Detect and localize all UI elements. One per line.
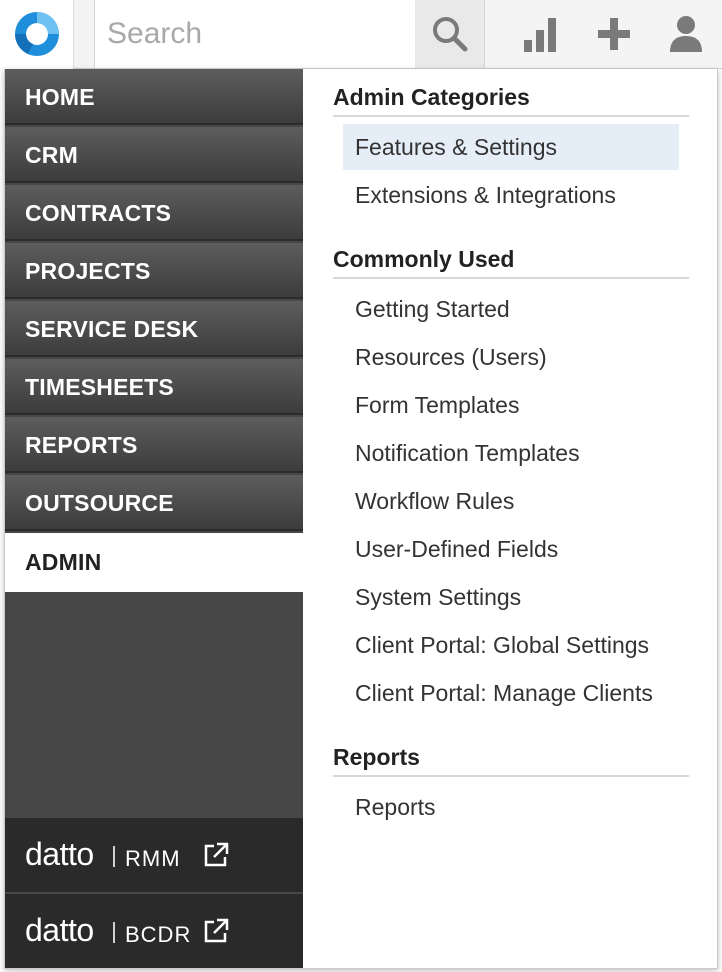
section-title-reports: Reports (333, 741, 689, 777)
nav-item-service-desk[interactable]: SERVICE DESK (5, 301, 303, 357)
datto-brand: datto (25, 912, 94, 948)
top-bar (0, 0, 722, 69)
search-input[interactable] (95, 0, 415, 68)
datto-product-label: RMM (125, 846, 181, 871)
link-extensions-integrations[interactable]: Extensions & Integrations (343, 172, 679, 218)
bar-chart-icon[interactable] (522, 14, 560, 54)
navigation-dropdown: HOME CRM CONTRACTS PROJECTS SERVICE DESK… (4, 69, 718, 969)
link-client-portal-global-settings[interactable]: Client Portal: Global Settings (343, 622, 679, 668)
datto-product-label: BCDR (125, 922, 192, 947)
link-reports[interactable]: Reports (343, 784, 679, 830)
admin-menu-content: Admin Categories Features & Settings Ext… (303, 69, 717, 968)
nav-item-timesheets[interactable]: TIMESHEETS (5, 359, 303, 415)
divider (113, 922, 115, 943)
nav-item-crm[interactable]: CRM (5, 127, 303, 183)
datto-bcdr-link[interactable]: datto BCDR (5, 894, 303, 968)
search-button[interactable] (415, 0, 485, 68)
link-resources-users[interactable]: Resources (Users) (343, 334, 679, 380)
datto-brand: datto (25, 836, 94, 872)
nav-item-home[interactable]: HOME (5, 69, 303, 125)
search-box (94, 0, 416, 68)
link-getting-started[interactable]: Getting Started (343, 286, 679, 332)
user-icon[interactable] (668, 14, 704, 54)
section-title-admin-categories: Admin Categories (333, 81, 689, 117)
link-client-portal-manage-clients[interactable]: Client Portal: Manage Clients (343, 670, 679, 716)
divider (113, 846, 115, 867)
nav-item-reports[interactable]: REPORTS (5, 417, 303, 473)
autotask-logo-icon (15, 12, 59, 56)
link-workflow-rules[interactable]: Workflow Rules (343, 478, 679, 524)
external-link-icon (204, 842, 229, 867)
nav-item-admin[interactable]: ADMIN (5, 533, 303, 592)
search-icon (433, 17, 468, 52)
link-user-defined-fields[interactable]: User-Defined Fields (343, 526, 679, 572)
external-link-icon (204, 918, 229, 943)
nav-item-contracts[interactable]: CONTRACTS (5, 185, 303, 241)
main-nav: HOME CRM CONTRACTS PROJECTS SERVICE DESK… (5, 69, 303, 968)
link-form-templates[interactable]: Form Templates (343, 382, 679, 428)
nav-item-outsource[interactable]: OUTSOURCE (5, 475, 303, 531)
nav-spacer (5, 592, 303, 818)
nav-item-projects[interactable]: PROJECTS (5, 243, 303, 299)
datto-rmm-link[interactable]: datto RMM (5, 818, 303, 892)
link-notification-templates[interactable]: Notification Templates (343, 430, 679, 476)
link-features-settings[interactable]: Features & Settings (343, 124, 679, 170)
plus-icon[interactable] (596, 14, 632, 54)
logo-button[interactable] (0, 0, 74, 69)
section-title-commonly-used: Commonly Used (333, 243, 689, 279)
link-system-settings[interactable]: System Settings (343, 574, 679, 620)
